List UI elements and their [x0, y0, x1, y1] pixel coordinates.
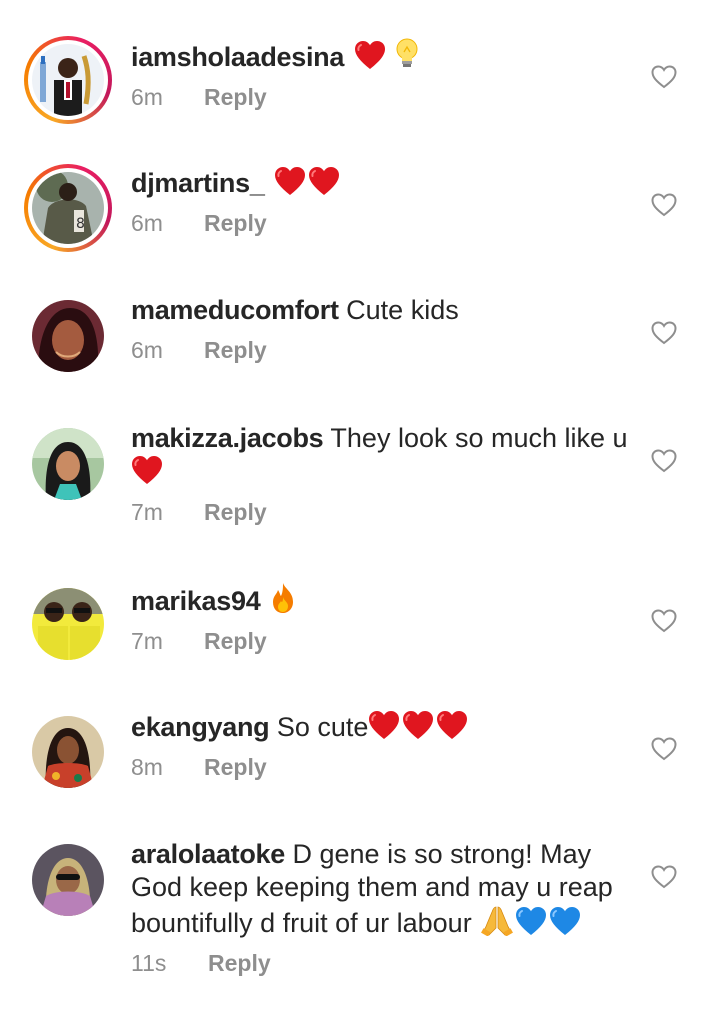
avatar-wrapper[interactable]: [24, 580, 112, 668]
like-heart-icon[interactable]: [651, 65, 677, 89]
comment-timestamp: 7m: [131, 628, 163, 654]
light-bulb-icon: [395, 38, 419, 70]
reply-button[interactable]: Reply: [204, 337, 267, 364]
avatar-wrapper[interactable]: [24, 836, 112, 924]
comment-timestamp: 11s: [131, 950, 167, 976]
avatar-wrapper[interactable]: [24, 708, 112, 796]
comment-timestamp: 7m: [131, 499, 163, 525]
red-heart-icon: [436, 710, 468, 740]
reply-button[interactable]: Reply: [204, 499, 267, 526]
blue-heart-icon: [515, 906, 547, 936]
comment-username[interactable]: ekangyang: [131, 712, 270, 742]
like-heart-icon[interactable]: [651, 449, 677, 473]
red-heart-icon: [402, 710, 434, 740]
like-heart-icon[interactable]: [651, 865, 677, 889]
comment-username[interactable]: makizza.jacobs: [131, 423, 324, 453]
svg-text:8: 8: [76, 216, 85, 232]
comment-timestamp: 8m: [131, 754, 163, 780]
blue-heart-icon: [549, 906, 581, 936]
red-heart-icon: [308, 166, 340, 196]
fire-icon: [270, 582, 296, 614]
comment-username[interactable]: djmartins_: [131, 168, 265, 198]
avatar: [32, 44, 104, 116]
red-heart-icon: [354, 40, 386, 70]
comment-text: They look so much like u: [330, 423, 628, 453]
like-heart-icon[interactable]: [651, 737, 677, 761]
avatar: 8: [32, 172, 104, 244]
avatar: [32, 588, 104, 660]
reply-button[interactable]: Reply: [204, 628, 267, 655]
red-heart-icon: [368, 710, 400, 740]
comment-text: So cute: [276, 712, 369, 742]
avatar-story-ring[interactable]: 8: [24, 164, 112, 252]
like-heart-icon[interactable]: [651, 609, 677, 633]
avatar-wrapper[interactable]: [24, 292, 112, 380]
reply-button[interactable]: Reply: [204, 84, 267, 111]
red-heart-icon: [274, 166, 306, 196]
comment-timestamp: 6m: [131, 210, 163, 236]
avatar-story-ring[interactable]: [24, 36, 112, 124]
folded-hands-icon: [481, 904, 513, 936]
avatar: [32, 300, 104, 372]
comment-username[interactable]: marikas94: [131, 586, 261, 616]
reply-button[interactable]: Reply: [204, 210, 267, 237]
comment-timestamp: 6m: [131, 337, 163, 363]
comment-username[interactable]: aralolaatoke: [131, 839, 285, 869]
avatar: [32, 716, 104, 788]
avatar: [32, 844, 104, 916]
avatar: [32, 428, 104, 500]
reply-button[interactable]: Reply: [204, 754, 267, 781]
reply-button[interactable]: Reply: [208, 950, 271, 977]
comment-username[interactable]: mameducomfort: [131, 295, 339, 325]
comment-username[interactable]: iamsholaadesina: [131, 42, 344, 72]
like-heart-icon[interactable]: [651, 193, 677, 217]
red-heart-icon: [131, 455, 163, 485]
avatar-wrapper[interactable]: [24, 420, 112, 508]
comment-text: Cute kids: [346, 295, 459, 325]
like-heart-icon[interactable]: [651, 321, 677, 345]
comment-timestamp: 6m: [131, 84, 163, 110]
